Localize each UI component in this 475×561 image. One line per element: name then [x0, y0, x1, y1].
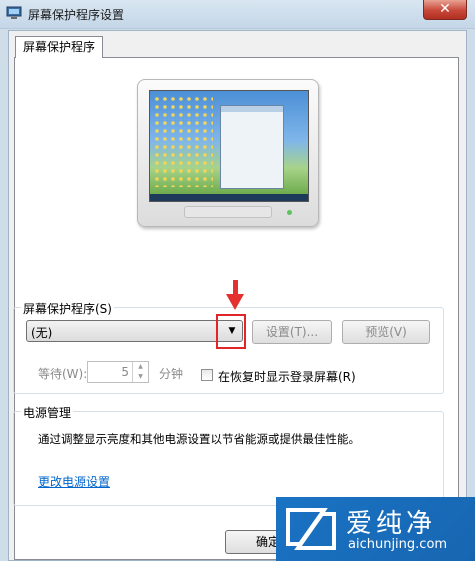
window-title: 屏幕保护程序设置 [28, 8, 125, 22]
monitor-preview [137, 79, 319, 227]
tab-screensaver[interactable]: 屏幕保护程序 [15, 36, 104, 58]
preview-button[interactable]: 预览(V) [342, 320, 430, 344]
power-description: 通过调整显示亮度和其他电源设置以节省能源或提供最佳性能。 [38, 432, 360, 446]
screensaver-select[interactable]: (无) ▼ [26, 320, 243, 342]
watermark-url: aichunjing.com [348, 537, 448, 552]
screensaver-group-label: 屏幕保护程序(S) [21, 300, 114, 317]
change-power-settings-link[interactable]: 更改电源设置 [38, 473, 110, 490]
spin-up-icon[interactable]: ▲ [133, 362, 148, 372]
wait-stepper[interactable]: 5 ▲ ▼ [87, 361, 149, 383]
annotation-arrow-head [226, 294, 244, 310]
close-button[interactable]: ✕ [423, 0, 467, 20]
wait-label: 等待(W): [38, 367, 88, 381]
resume-label[interactable]: 在恢复时显示登录屏幕(R) [218, 368, 356, 385]
annotation-highlight-box [216, 314, 246, 349]
screensaver-selected-value: (无) [31, 326, 53, 340]
watermark-title: 爱纯净 [346, 509, 437, 539]
screensaver-app-icon [6, 6, 22, 19]
monitor-base [184, 206, 272, 218]
wait-value: 5 [121, 365, 129, 379]
title-bar: 屏幕保护程序设置 ✕ [0, 0, 475, 29]
settings-button[interactable]: 设置(T)... [252, 320, 332, 344]
watermark-logo-icon [286, 508, 336, 550]
power-group: 电源管理 [13, 404, 444, 506]
preview-screen [149, 90, 309, 202]
preview-taskbar [150, 194, 308, 201]
power-led [287, 210, 292, 215]
wait-unit: 分钟 [159, 367, 184, 381]
close-icon: ✕ [439, 1, 451, 17]
resume-checkbox[interactable] [201, 369, 213, 381]
power-group-label: 电源管理 [21, 404, 74, 421]
spin-down-icon[interactable]: ▼ [133, 372, 148, 382]
spin-buttons[interactable]: ▲ ▼ [132, 362, 148, 382]
desktop-icons [153, 95, 213, 187]
preview-window [220, 105, 284, 189]
watermark: 爱纯净 aichunjing.com [276, 497, 475, 561]
